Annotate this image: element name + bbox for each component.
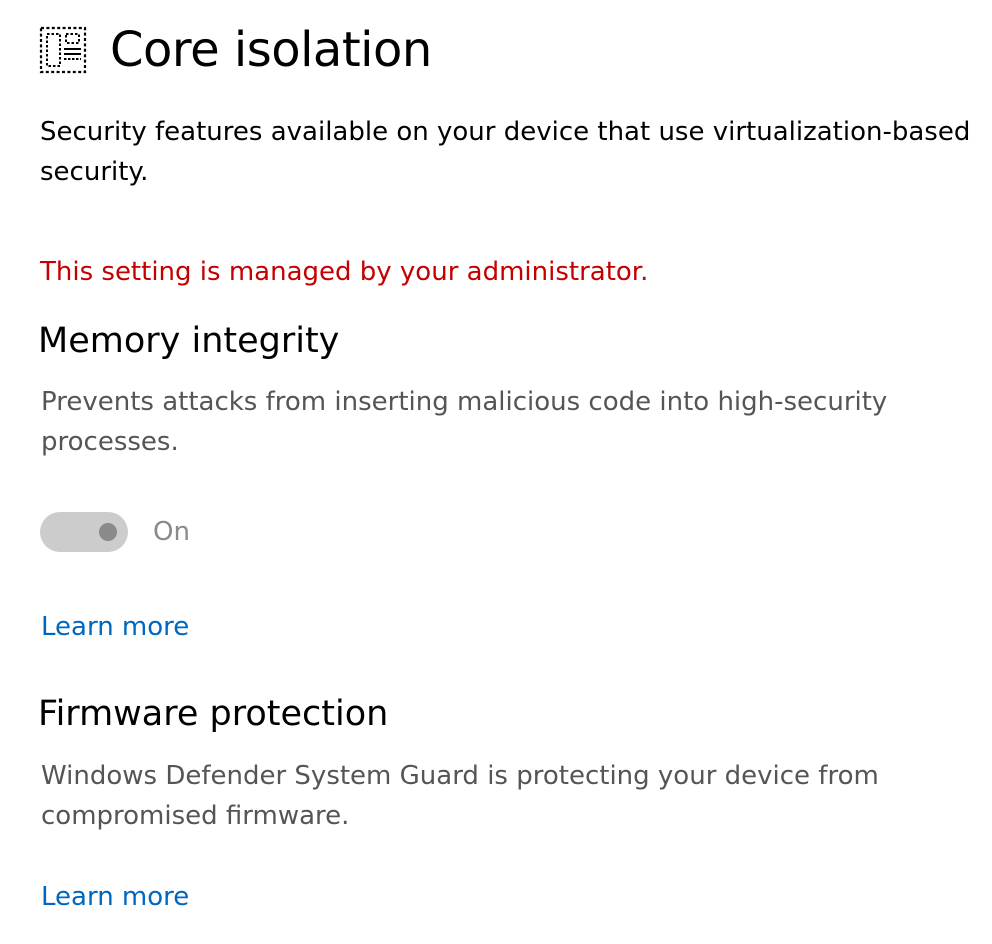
firmware-protection-learn-more-link[interactable]: Learn more (41, 877, 189, 917)
core-isolation-icon (39, 26, 87, 74)
memory-integrity-toggle-row: On (40, 512, 190, 552)
memory-integrity-learn-more-link[interactable]: Learn more (41, 607, 189, 647)
firmware-protection-description: Windows Defender System Guard is protect… (41, 761, 879, 831)
memory-integrity-title: Memory integrity (38, 321, 340, 361)
toggle-knob (99, 523, 117, 541)
toggle-state-label: On (153, 517, 190, 547)
admin-managed-notice: This setting is managed by your administ… (40, 257, 649, 287)
memory-integrity-toggle[interactable] (40, 512, 128, 552)
firmware-protection-title: Firmware protection (38, 694, 389, 734)
page-title: Core isolation (110, 22, 432, 78)
memory-integrity-description: Prevents attacks from inserting maliciou… (41, 387, 888, 457)
page-description: Security features available on your devi… (40, 117, 971, 187)
page-header: Core isolation (38, 20, 432, 80)
